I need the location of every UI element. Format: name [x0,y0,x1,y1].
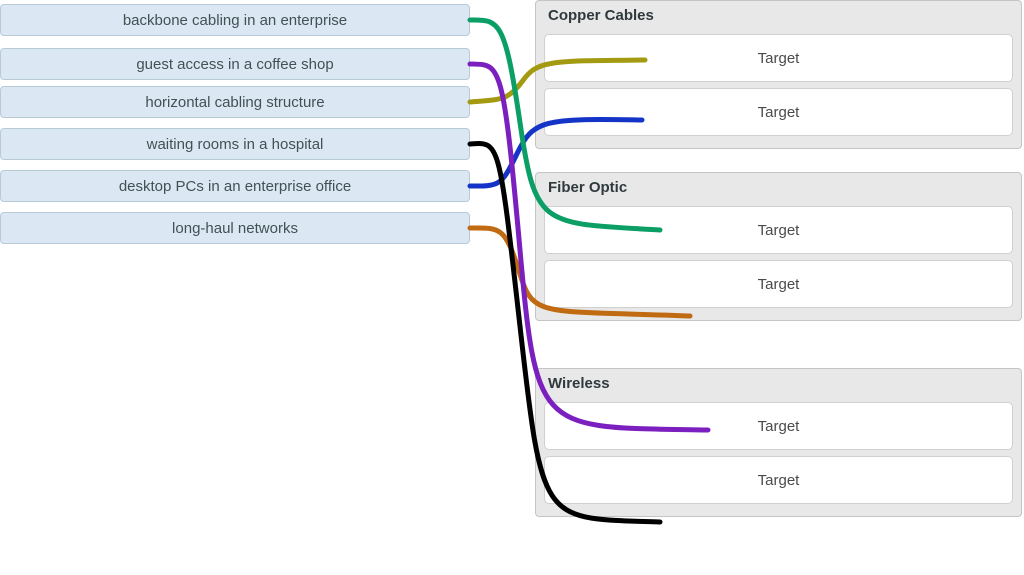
target-label: Target [758,418,800,435]
drop-target[interactable]: Target [544,206,1013,254]
source-item[interactable]: horizontal cabling structure [0,86,470,118]
category-title: Wireless [536,369,1021,396]
drop-target[interactable]: Target [544,34,1013,82]
source-item[interactable]: desktop PCs in an enterprise office [0,170,470,202]
category-fiber-optic: Fiber Optic Target Target [535,172,1022,321]
source-item[interactable]: waiting rooms in a hospital [0,128,470,160]
source-item[interactable]: backbone cabling in an enterprise [0,4,470,36]
target-label: Target [758,276,800,293]
target-label: Target [758,50,800,67]
source-label: guest access in a coffee shop [136,56,333,73]
source-item[interactable]: guest access in a coffee shop [0,48,470,80]
source-label: waiting rooms in a hospital [147,136,324,153]
source-item[interactable]: long-haul networks [0,212,470,244]
source-label: desktop PCs in an enterprise office [119,178,351,195]
category-title: Copper Cables [536,1,1021,28]
target-label: Target [758,104,800,121]
category-title: Fiber Optic [536,173,1021,200]
matching-stage: backbone cabling in an enterprise guest … [0,0,1024,575]
drop-target[interactable]: Target [544,456,1013,504]
source-label: horizontal cabling structure [145,94,324,111]
source-label: backbone cabling in an enterprise [123,12,347,29]
drop-target[interactable]: Target [544,260,1013,308]
drop-target[interactable]: Target [544,402,1013,450]
target-label: Target [758,472,800,489]
target-label: Target [758,222,800,239]
drop-target[interactable]: Target [544,88,1013,136]
category-copper-cables: Copper Cables Target Target [535,0,1022,149]
source-label: long-haul networks [172,220,298,237]
category-wireless: Wireless Target Target [535,368,1022,517]
